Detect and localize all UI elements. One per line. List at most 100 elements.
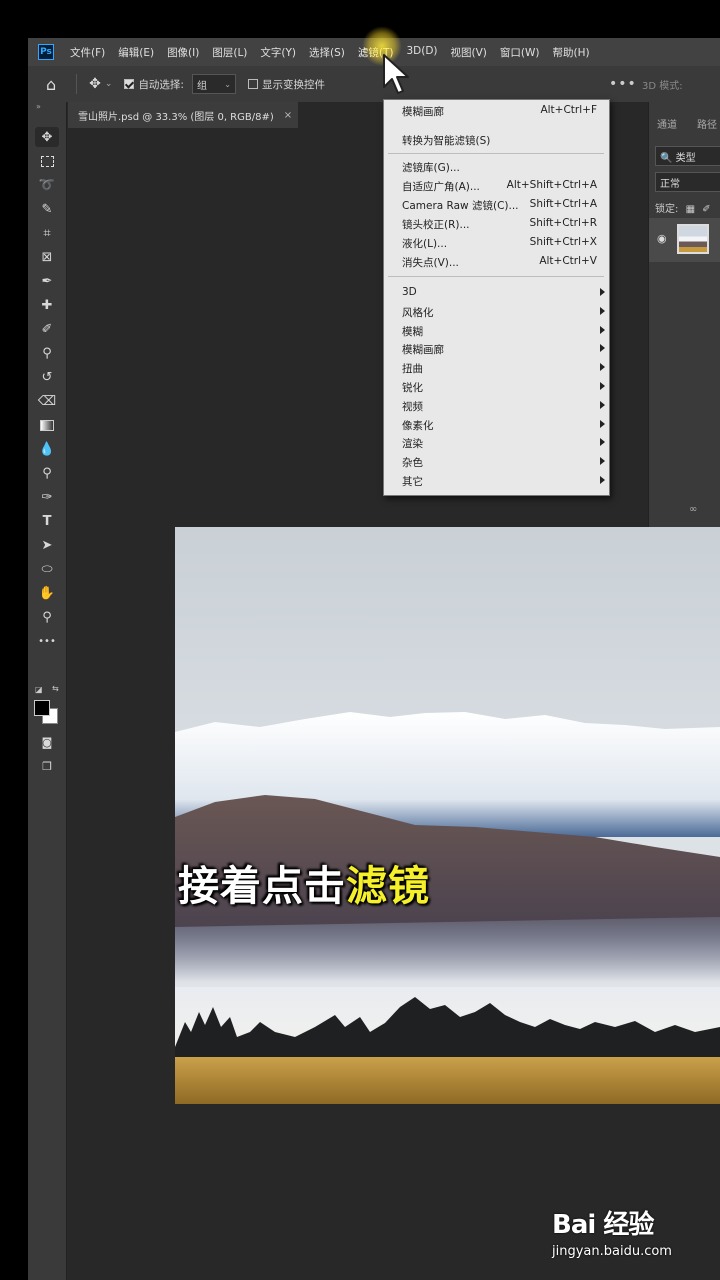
brush-tool-icon[interactable]: ✐ [35, 319, 59, 339]
menu-item[interactable]: 文字(Y) [260, 45, 296, 60]
menu-item[interactable]: 图像(I) [167, 45, 199, 60]
filter-menu-item-label: 液化(L)... [402, 238, 448, 250]
tab-channels[interactable]: 通道 [657, 116, 677, 131]
shortcut-label: Shift+Ctrl+A [529, 198, 597, 210]
move-tool-icon[interactable]: ✥ [35, 127, 59, 147]
submenu-arrow-icon [600, 382, 605, 390]
zoom-tool-icon[interactable]: ⚲ [35, 607, 59, 627]
filter-menu-item[interactable]: 模糊画廊 Alt+Ctrl+F [402, 104, 597, 121]
home-icon[interactable]: ⌂ [46, 75, 56, 94]
filter-menu-item[interactable]: 转换为智能滤镜(S) [402, 133, 597, 150]
filter-menu-item[interactable]: 扭曲 [402, 361, 605, 378]
path-selection-tool-icon[interactable]: ➤ [35, 535, 59, 555]
tab-paths[interactable]: 路径 [697, 116, 717, 131]
menu-divider [388, 276, 604, 277]
canvas-image[interactable] [175, 527, 720, 1104]
move-tool-icon[interactable]: ✥ [89, 76, 101, 92]
filter-menu-item[interactable]: Camera Raw 滤镜(C)... Shift+Ctrl+A [402, 198, 597, 215]
healing-brush-tool-icon[interactable]: ✚ [35, 295, 59, 315]
caption-highlight: 滤镜 [346, 862, 430, 910]
menu-item[interactable]: 编辑(E) [118, 45, 154, 60]
lasso-tool-icon[interactable]: ➰ [35, 175, 59, 195]
history-brush-tool-icon[interactable]: ↺ [35, 367, 59, 387]
filter-menu-item[interactable]: 锐化 [402, 380, 605, 397]
link-layers-icon[interactable]: ∞ [689, 504, 697, 515]
quick-selection-tool-icon[interactable]: ✎ [35, 199, 59, 219]
filter-menu-item[interactable]: 消失点(V)... Alt+Ctrl+V [402, 255, 597, 272]
ellipse-tool-icon[interactable]: ⬭ [35, 559, 59, 579]
type-tool-icon[interactable]: T [35, 511, 59, 531]
menu-item[interactable]: 窗口(W) [500, 45, 540, 60]
menu-item[interactable]: 图层(L) [212, 45, 247, 60]
screen-mode-icon[interactable]: ❐ [35, 756, 59, 776]
menu-item[interactable]: 视图(V) [451, 45, 487, 60]
layer-kind-filter[interactable]: 🔍 类型 [655, 146, 720, 166]
menu-item[interactable]: 帮助(H) [553, 45, 590, 60]
hand-tool-icon[interactable]: ✋ [35, 583, 59, 603]
document-tab[interactable]: 雪山照片.psd @ 33.3% (图层 0, RGB/8#) × [68, 102, 298, 128]
filter-menu-item[interactable]: 3D [402, 286, 605, 303]
auto-select-dropdown[interactable]: 组 ⌄ [191, 74, 236, 94]
filter-menu-item[interactable]: 液化(L)... Shift+Ctrl+X [402, 236, 597, 253]
eye-icon[interactable]: ◉ [657, 232, 667, 245]
filter-menu-item-label: Camera Raw 滤镜(C)... [402, 200, 519, 212]
frame-tool-icon[interactable]: ⊠ [35, 247, 59, 267]
chevron-down-icon[interactable]: ⌄ [105, 79, 113, 89]
eraser-tool-icon[interactable]: ⌫ [35, 391, 59, 411]
filter-menu-item-label: 消失点(V)... [402, 257, 459, 269]
filter-menu-item[interactable]: 模糊画廊 [402, 342, 605, 359]
lock-paint-icon[interactable]: ✐ [702, 204, 710, 215]
filter-menu-item[interactable]: 自适应广角(A)... Alt+Shift+Ctrl+A [402, 179, 597, 196]
filter-menu-item[interactable]: 镜头校正(R)... Shift+Ctrl+R [402, 217, 597, 234]
photoshop-logo-icon[interactable]: Ps [38, 44, 54, 60]
default-colors-icon[interactable]: ◪ [35, 685, 43, 694]
show-transform-checkbox[interactable] [247, 79, 258, 89]
filter-menu-item-label: 视频 [402, 400, 423, 413]
blur-tool-icon[interactable]: 💧 [35, 439, 59, 459]
dodge-tool-icon[interactable]: ⚲ [35, 463, 59, 483]
filter-menu-item[interactable]: 视频 [402, 399, 605, 416]
eyedropper-tool-icon[interactable]: ✒ [35, 271, 59, 291]
filter-menu-item[interactable]: 其它 [402, 474, 605, 491]
filter-menu-item-label: 锐化 [402, 382, 423, 394]
filter-menu-item-label: 扭曲 [402, 363, 423, 376]
menu-item[interactable]: 选择(S) [309, 45, 345, 60]
filter-menu-item-label: 其它 [402, 476, 423, 488]
crop-tool-icon[interactable]: ⌗ [35, 223, 59, 243]
submenu-arrow-icon [600, 400, 605, 409]
filter-menu-item-label: 模糊画廊 [402, 106, 444, 118]
filter-menu-item[interactable]: 杂色 [402, 455, 605, 472]
layer-row[interactable]: ◉ [649, 218, 720, 262]
pen-tool-icon[interactable]: ✑ [35, 487, 59, 507]
more-options-button[interactable]: ••• [609, 76, 637, 92]
show-transform-label: 显示变换控件 [261, 78, 325, 91]
chevron-down-icon: ⌄ [224, 79, 231, 89]
filter-menu-item[interactable]: 风格化 [402, 305, 605, 322]
foreground-color-swatch[interactable] [34, 700, 50, 716]
menu-divider [388, 153, 604, 154]
options-bar: ⌂ ✥ ⌄ 自动选择: 组 ⌄ 显示变换控件 ••• 3D 模式: [28, 66, 720, 103]
filter-menu-item-label: 模糊画廊 [402, 344, 444, 357]
filter-menu-item[interactable]: 渲染 [402, 436, 605, 453]
marquee-tool-icon[interactable] [35, 151, 59, 171]
top-black-bar [0, 0, 720, 38]
filter-menu-item[interactable]: 滤镜库(G)... [402, 160, 597, 177]
gradient-tool-icon[interactable] [35, 415, 59, 435]
blend-mode-dropdown[interactable]: 正常 [655, 172, 720, 192]
lock-transparent-icon[interactable]: ▦ [686, 204, 695, 215]
menu-item[interactable]: 文件(F) [70, 45, 105, 60]
more-tools-icon[interactable]: ••• [35, 631, 59, 651]
shortcut-label: Alt+Ctrl+V [539, 255, 597, 267]
filter-menu-item-label: 杂色 [402, 457, 423, 470]
close-icon[interactable]: × [284, 110, 292, 121]
filter-menu-item[interactable]: 像素化 [402, 418, 605, 435]
collapse-icon[interactable]: » [36, 102, 41, 111]
clone-stamp-tool-icon[interactable]: ⚲ [35, 343, 59, 363]
auto-select-value: 组 [196, 80, 207, 92]
auto-select-checkbox[interactable] [124, 79, 135, 89]
quick-mask-icon[interactable]: ◙ [35, 732, 59, 752]
divider [76, 74, 78, 94]
swap-colors-icon[interactable]: ⇆ [52, 684, 59, 693]
filter-menu-item[interactable]: 模糊 [402, 324, 605, 341]
filter-menu: 模糊画廊 Alt+Ctrl+F 转换为智能滤镜(S) 滤镜库(G)... 自适应广角(A… [383, 99, 610, 496]
